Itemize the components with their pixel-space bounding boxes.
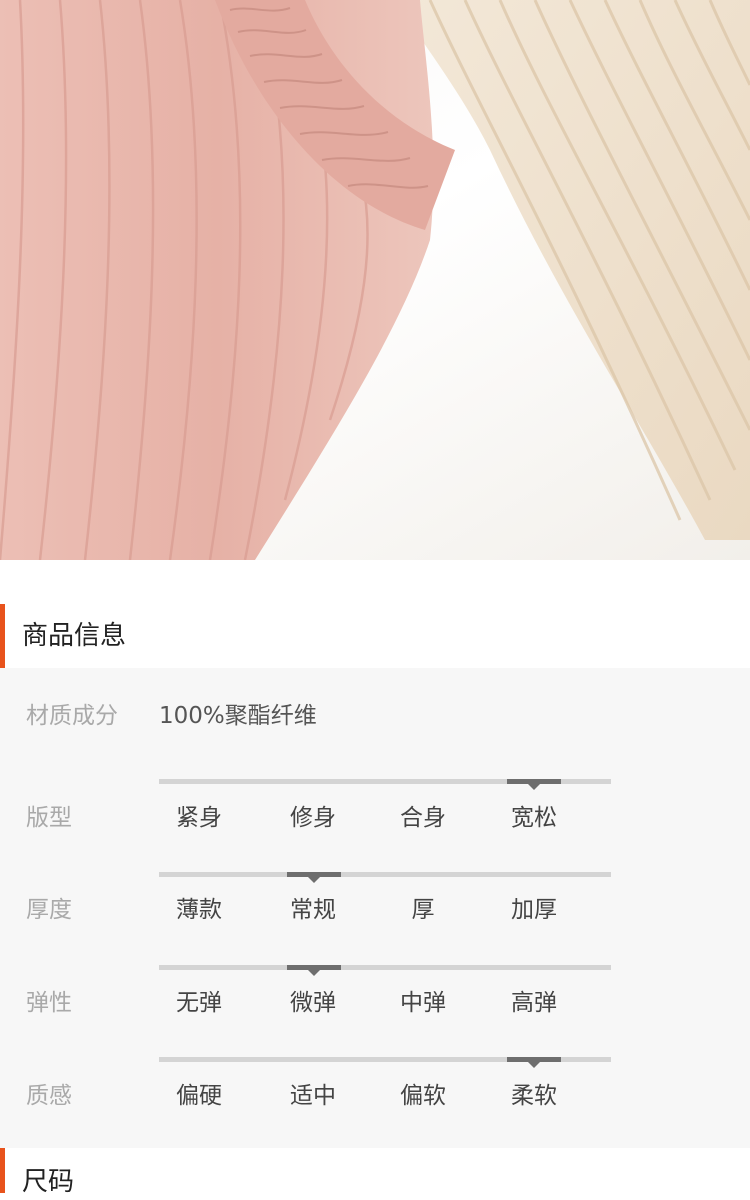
option-label: 厚	[411, 897, 435, 923]
section-title: 商品信息	[22, 621, 127, 651]
size-header: 尺码	[0, 1148, 750, 1197]
option-label: 合身	[400, 805, 446, 831]
material-value: 100%聚酯纤维	[159, 703, 317, 729]
scale-track	[159, 779, 611, 790]
scale-marker	[507, 1057, 561, 1068]
option-label: 无弹	[176, 990, 222, 1016]
scale-track	[159, 1057, 611, 1068]
scale-track	[159, 872, 611, 883]
section-title: 尺码	[22, 1167, 75, 1197]
option-label: 修身	[290, 805, 336, 831]
attribute-label: 版型	[26, 805, 72, 831]
option-label: 薄款	[176, 897, 222, 923]
scale-marker	[287, 965, 341, 976]
option-label: 微弹	[290, 990, 336, 1016]
product-info-header: 商品信息	[0, 604, 750, 668]
attribute-label: 弹性	[26, 990, 72, 1016]
attribute-label: 厚度	[26, 897, 72, 923]
product-photo	[0, 0, 750, 560]
option-label: 偏软	[400, 1083, 446, 1109]
option-label: 宽松	[511, 805, 557, 831]
skirt-fabric-illustration	[0, 0, 750, 560]
section-accent-bar	[0, 1148, 5, 1193]
option-label: 加厚	[511, 897, 557, 923]
scale-marker	[507, 779, 561, 790]
option-label: 偏硬	[176, 1083, 222, 1109]
material-label: 材质成分	[26, 703, 118, 729]
option-label: 适中	[290, 1083, 336, 1109]
section-accent-bar	[0, 604, 5, 668]
attribute-label: 质感	[26, 1083, 72, 1109]
scale-track	[159, 965, 611, 976]
option-label: 高弹	[511, 990, 557, 1016]
product-info-panel: 材质成分 100%聚酯纤维 版型 紧身 修身 合身 宽松 厚度 薄款 常规 厚 …	[0, 668, 750, 1148]
scale-marker	[287, 872, 341, 883]
option-label: 紧身	[176, 805, 222, 831]
option-label: 常规	[290, 897, 336, 923]
option-label: 柔软	[511, 1083, 557, 1109]
option-label: 中弹	[400, 990, 446, 1016]
